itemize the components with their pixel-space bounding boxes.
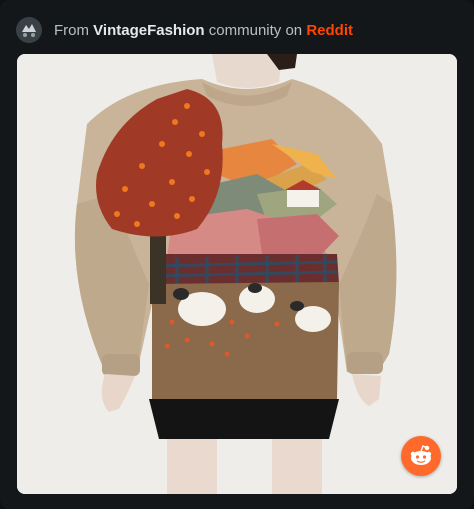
post-image[interactable]	[17, 54, 457, 494]
reddit-link[interactable]: Reddit	[306, 22, 353, 39]
attribution-prefix: From	[54, 21, 89, 39]
embed-header: From VintageFashion community on Reddit	[16, 14, 353, 46]
embed-attribution: From VintageFashion community on Reddit	[54, 22, 353, 39]
community-link[interactable]: VintageFashion	[93, 22, 204, 39]
reddit-embed-card: From VintageFashion community on Reddit	[0, 0, 474, 509]
reddit-snoo-icon[interactable]	[401, 436, 441, 476]
attribution-middle: community on	[208, 21, 303, 39]
community-avatar-icon[interactable]	[16, 17, 42, 43]
